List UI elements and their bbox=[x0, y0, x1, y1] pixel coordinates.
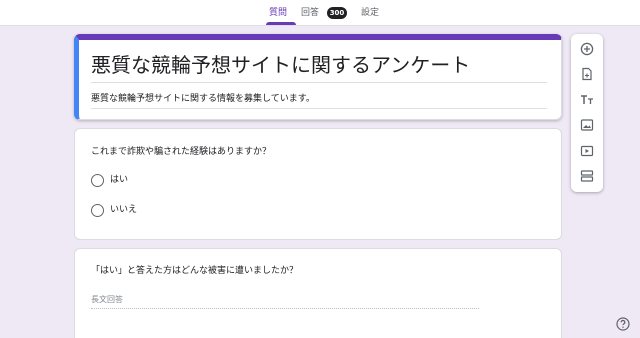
add-title-icon[interactable] bbox=[577, 90, 597, 110]
question-text: これまで詐欺や騙された経験はありますか？ bbox=[91, 147, 272, 157]
radio-button[interactable] bbox=[91, 204, 104, 217]
top-tab-bar: 質問 回答 300 設定 bbox=[0, 0, 640, 26]
tab-settings[interactable]: 設定 bbox=[361, 0, 379, 26]
tab-responses[interactable]: 回答 bbox=[301, 0, 319, 26]
option-label: いいえ bbox=[110, 205, 138, 215]
add-section-icon[interactable] bbox=[577, 166, 597, 186]
response-count-badge: 300 bbox=[327, 7, 347, 19]
help-icon[interactable] bbox=[616, 317, 630, 331]
question-card-1[interactable]: これまで詐欺や騙された経験はありますか？ はい いいえ bbox=[74, 128, 562, 240]
add-image-icon[interactable] bbox=[577, 115, 597, 135]
form-description[interactable]: 悪質な競輪予想サイトに関する情報を募集しています。 bbox=[91, 92, 547, 109]
question-text: 「はい」と答えた方はどんな被害に遭いましたか？ bbox=[91, 266, 299, 276]
add-video-icon[interactable] bbox=[577, 141, 597, 161]
active-tab-indicator bbox=[266, 22, 296, 25]
form-title-card[interactable]: 悪質な競輪予想サイトに関するアンケート 悪質な競輪予想サイトに関する情報を募集し… bbox=[74, 34, 562, 120]
import-questions-icon[interactable] bbox=[577, 64, 597, 84]
form-title[interactable]: 悪質な競輪予想サイトに関するアンケート bbox=[91, 52, 547, 83]
radio-button[interactable] bbox=[91, 174, 104, 187]
side-toolbar bbox=[571, 34, 603, 192]
question-card-2[interactable]: 「はい」と答えた方はどんな被害に遭いましたか？ 長文回答 bbox=[74, 248, 562, 338]
long-answer-field[interactable]: 長文回答 bbox=[91, 293, 479, 309]
option-label: はい bbox=[110, 175, 129, 185]
add-question-icon[interactable] bbox=[577, 39, 597, 59]
